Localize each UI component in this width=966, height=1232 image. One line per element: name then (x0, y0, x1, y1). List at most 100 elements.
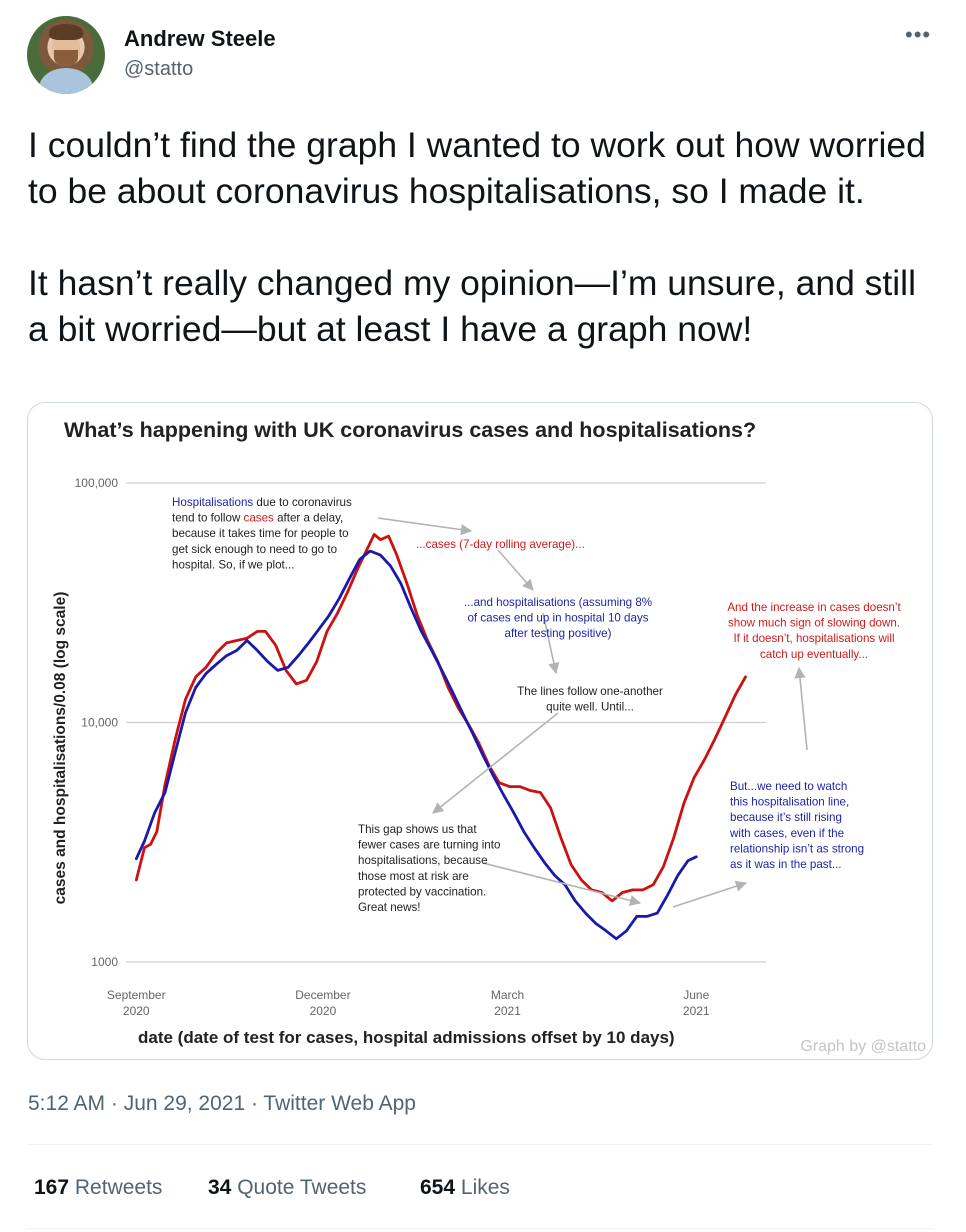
annotation-span: protected by vaccination. (358, 885, 486, 898)
chart: What’s happening with UK coronavirus cas… (52, 418, 926, 1055)
x-axis-label: date (date of test for cases, hospital a… (138, 1028, 675, 1047)
retweets-stat[interactable]: 167 Retweets (34, 1176, 162, 1200)
chart-title: What’s happening with UK coronavirus cas… (64, 418, 756, 442)
annotation-span: because it’s still rising (730, 811, 842, 824)
annotation-span: The lines follow one-another (517, 685, 663, 698)
annotation-line: fewer cases are turning into (358, 839, 500, 852)
annotation-line: quite well. Until... (546, 701, 634, 714)
more-horizontal-icon[interactable]: ••• (905, 22, 931, 48)
x-tick-label: March (491, 988, 524, 1002)
tweet-media-card[interactable]: What’s happening with UK coronavirus cas… (27, 402, 933, 1060)
quote-tweets-stat[interactable]: 34 Quote Tweets (208, 1176, 366, 1200)
annotation-line: Hospitalisations due to coronavirus (172, 496, 352, 509)
annotation-line: get sick enough to need to go to (172, 543, 337, 556)
graph-credit: Graph by @statto (800, 1038, 926, 1055)
annotation-span: cases (244, 512, 274, 525)
author-avatar[interactable] (27, 16, 105, 94)
annotation-arrow (482, 862, 642, 906)
annotation-span: hospitalisations, because (358, 854, 488, 867)
quote-tweets-count: 34 (208, 1176, 232, 1199)
annotation-arrow (497, 549, 534, 591)
annotation-line: this hospitalisation line, (730, 796, 849, 809)
divider-top (28, 1144, 932, 1145)
annotation-span: after a delay, (274, 512, 343, 525)
annotation-span: catch up eventually... (760, 648, 868, 661)
tweet-timestamp[interactable]: 5:12 AM · Jun 29, 2021 · Twitter Web App (28, 1092, 416, 1116)
y-tick-label: 1000 (91, 955, 118, 969)
annotation-line: tend to follow cases after a delay, (172, 512, 343, 525)
annotation-line: of cases end up in hospital 10 days (467, 612, 648, 625)
x-tick-year: 2021 (494, 1004, 521, 1018)
annotation-span: as it was in the past... (730, 858, 841, 871)
annotation-span: with cases, even if the (729, 827, 844, 840)
x-ticks: September 2020 December 2020 March 2021 June 20… (107, 988, 710, 1018)
annotation-span: due to coronavirus (253, 496, 352, 509)
annotation-span: Great news! (358, 901, 421, 914)
retweets-count: 167 (34, 1176, 70, 1199)
annotation-line: Great news! (358, 901, 421, 914)
annotation-span: because it takes time for people to (172, 527, 349, 540)
annotation-span: But...we need to watch (730, 780, 847, 793)
annotation-line: If it doesn’t, hospitalisations will (733, 632, 894, 645)
annotation-span: This gap shows us that (358, 823, 477, 836)
x-tick-year: 2021 (683, 1004, 710, 1018)
avatar-beard (54, 50, 78, 66)
annotation-line: protected by vaccination. (358, 885, 486, 898)
annotation-line: catch up eventually... (760, 648, 868, 661)
likes-label: Likes (460, 1176, 510, 1199)
tweet-text: I couldn’t find the graph I wanted to wo… (28, 125, 926, 349)
annotation-line: ...and hospitalisations (assuming 8% (464, 596, 652, 609)
divider-bottom (28, 1228, 932, 1229)
annotation-line: relationship isn’t as strong (730, 842, 864, 855)
annotation-span: quite well. Until... (546, 701, 634, 714)
annotation-span: tend to follow (172, 512, 244, 525)
annotation-line: The lines follow one-another (517, 685, 663, 698)
y-axis-label: cases and hospitalisations/0.08 (log sca… (52, 592, 69, 905)
annotation-line: with cases, even if the (729, 827, 844, 840)
y-tick-label: 100,000 (75, 476, 119, 490)
annotation-span: fewer cases are turning into (358, 839, 500, 852)
annotation-span: Hospitalisations (172, 496, 253, 509)
annotation-span: hospital. So, if we plot... (172, 558, 294, 571)
likes-count: 654 (420, 1176, 456, 1199)
x-tick-label: September (107, 988, 166, 1002)
annotation-span: If it doesn’t, hospitalisations will (733, 632, 894, 645)
annotation-line: show much sign of slowing down. (728, 617, 900, 630)
annotation-arrow (672, 880, 748, 908)
author-handle[interactable]: @statto (124, 58, 193, 81)
x-tick-year: 2020 (123, 1004, 150, 1018)
annotation-line: hospital. So, if we plot... (172, 558, 294, 571)
annotation-span: relationship isn’t as strong (730, 842, 864, 855)
annotation-span: And the increase in cases doesn’t (727, 601, 901, 614)
annotation-line: ...cases (7-day rolling average)... (416, 538, 585, 551)
annotation-span: ...cases (7-day rolling average)... (416, 538, 585, 551)
annotation-span: those most at risk are (358, 870, 469, 883)
annotation-span: show much sign of slowing down. (728, 617, 900, 630)
annotation-line: This gap shows us that (358, 823, 477, 836)
annotation-span: of cases end up in hospital 10 days (467, 612, 648, 625)
annotation-line: as it was in the past... (730, 858, 841, 871)
x-tick-label: June (683, 988, 709, 1002)
annotation-arrow (432, 712, 559, 814)
annotation-span: after testing positive) (505, 627, 612, 640)
likes-stat[interactable]: 654 Likes (420, 1176, 510, 1200)
retweets-label: Retweets (74, 1176, 163, 1199)
annotation-arrow (794, 666, 808, 751)
annotation-span: ...and hospitalisations (assuming 8% (464, 596, 652, 609)
author-name[interactable]: Andrew Steele (124, 26, 276, 52)
annotation-line: And the increase in cases doesn’t (727, 601, 901, 614)
annotation-arrow (377, 517, 473, 536)
y-ticks: 1000 10,000 100,000 (75, 476, 119, 969)
annotation-span: get sick enough to need to go to (172, 543, 337, 556)
annotation-line: because it takes time for people to (172, 527, 349, 540)
annotation-span: this hospitalisation line, (730, 796, 849, 809)
x-tick-year: 2020 (310, 1004, 337, 1018)
y-tick-label: 10,000 (81, 716, 118, 730)
annotation-line: after testing positive) (505, 627, 612, 640)
x-tick-label: December (295, 988, 350, 1002)
annotation-line: because it’s still rising (730, 811, 842, 824)
avatar-hair (49, 24, 83, 40)
annotation-line: But...we need to watch (730, 780, 847, 793)
annotation-line: those most at risk are (358, 870, 469, 883)
annotation-line: hospitalisations, because (358, 854, 488, 867)
